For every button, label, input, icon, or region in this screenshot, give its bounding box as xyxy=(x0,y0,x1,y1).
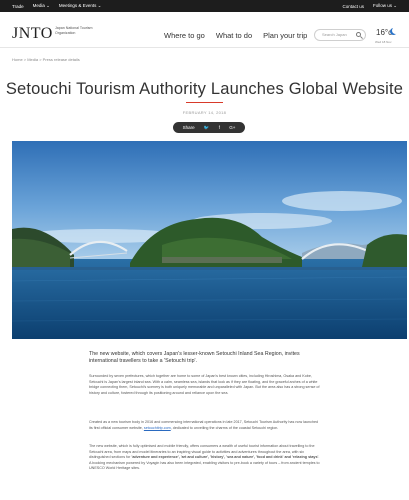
article-lead: The new website, which covers Japan's le… xyxy=(89,351,300,365)
title-underline xyxy=(186,102,223,103)
hero-image xyxy=(12,141,407,339)
nav-what-to-do[interactable]: What to do xyxy=(216,31,252,40)
main-nav: Where to go What to do Plan your trip xyxy=(164,31,307,40)
nav-where-to-go[interactable]: Where to go xyxy=(164,31,205,40)
breadcrumb[interactable]: Home > Media > Press release details xyxy=(12,57,80,62)
weather-date: Wed 18 Nov xyxy=(375,40,392,44)
twitter-icon[interactable]: 🐦 xyxy=(204,125,210,131)
search-icon[interactable] xyxy=(356,32,361,37)
share-label: Share xyxy=(182,125,195,130)
page-title: Setouchi Tourism Authority Launches Glob… xyxy=(5,80,404,98)
article-paragraph-2: Created as a new tourism body in 2016 an… xyxy=(89,420,321,431)
topbar-link-meetings[interactable]: Meetings & Events ⌄ xyxy=(59,3,102,9)
weather-temperature: 16°c xyxy=(376,28,393,37)
facebook-icon[interactable]: f xyxy=(219,125,220,130)
article-paragraph-1: Surrounded by seven prefectures, which t… xyxy=(89,374,320,395)
moon-icon xyxy=(392,27,399,34)
publish-date: FEBRUARY 14, 2018 xyxy=(182,110,227,115)
googleplus-icon[interactable]: G+ xyxy=(229,125,235,130)
article-paragraph-3: The new website, which is fully optimise… xyxy=(89,444,321,472)
topbar-link-contact[interactable]: Contact us xyxy=(342,4,364,9)
topbar-link-follow[interactable]: Follow us ⌄ xyxy=(373,3,397,9)
p3-sections-bold: 'adventure and experience', 'art and cul… xyxy=(131,455,319,460)
nav-plan-your-trip[interactable]: Plan your trip xyxy=(263,31,307,40)
topbar-link-media[interactable]: Media ⌄ xyxy=(33,3,50,9)
logo-subtitle: Japan National Tourism Organization xyxy=(55,26,93,35)
jnto-logo[interactable]: JNTO xyxy=(12,25,53,43)
p2-text-after: , dedicated to unveiling the charms of t… xyxy=(170,425,279,430)
setouchitrip-link[interactable]: setouchitrip.com xyxy=(144,426,171,430)
share-bar: Share 🐦 f G+ xyxy=(173,122,245,133)
site-header: JNTO Japan National Tourism Organization… xyxy=(0,12,409,48)
search-input[interactable]: Search Japan xyxy=(314,29,366,41)
search-placeholder: Search Japan xyxy=(322,32,347,37)
utility-bar: Trade Media ⌄ Meetings & Events ⌄ Contac… xyxy=(0,0,409,12)
topbar-link-trade[interactable]: Trade xyxy=(12,4,24,9)
